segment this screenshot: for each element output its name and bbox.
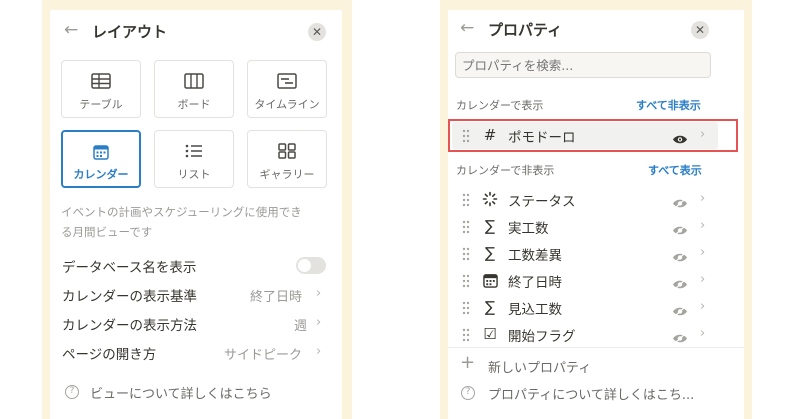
close-icon[interactable]: ✕ <box>691 21 709 39</box>
gallery-icon <box>248 143 326 159</box>
property-help-link[interactable]: プロパティについて詳しくはこち... <box>488 384 694 403</box>
layout-card-label: ボード <box>177 98 211 111</box>
description-line: イベントの計画やスケジューリングに使用でき <box>61 205 302 219</box>
layout-card-gallery[interactable]: ギャラリー <box>247 130 327 188</box>
property-row-start-flag[interactable]: ☑ 開始フラグ › <box>448 321 744 347</box>
drag-handle-icon[interactable] <box>462 219 470 238</box>
property-row-effort-diff[interactable]: ∑ 工数差異 › <box>448 240 744 266</box>
page-open-label: ページの開き方 <box>62 347 157 363</box>
layout-card-label: タイムライン <box>254 98 320 111</box>
board-icon <box>155 73 233 89</box>
drag-handle-icon[interactable] <box>462 327 470 346</box>
help-icon: ? <box>65 385 79 399</box>
property-name: ステータス <box>508 194 576 210</box>
property-name: 終了日時 <box>508 275 562 291</box>
description-line: る月間ビューです <box>61 225 153 239</box>
chevron-right-icon[interactable]: › <box>316 344 321 359</box>
drag-handle-icon[interactable] <box>462 246 470 265</box>
page-open-value[interactable]: サイドピーク <box>224 344 302 363</box>
divider <box>448 347 744 348</box>
calendar-icon <box>482 271 498 289</box>
layout-card-calendar[interactable]: カレンダー <box>61 130 141 188</box>
sigma-icon: ∑ <box>484 298 496 316</box>
eye-slash-icon[interactable] <box>672 221 688 240</box>
layout-card-table[interactable]: テーブル <box>61 60 141 118</box>
property-row-end-date[interactable]: 終了日時 › <box>448 267 744 293</box>
calendar-basis-label: カレンダーの表示基準 <box>62 289 197 305</box>
back-arrow-icon[interactable]: ← <box>460 18 474 38</box>
hidden-section-label: カレンダーで非表示 <box>456 164 555 177</box>
layout-card-board[interactable]: ボード <box>154 60 234 118</box>
property-name: 実工数 <box>508 221 549 237</box>
shown-section-label: カレンダーで表示 <box>456 99 544 112</box>
property-name: 工数差異 <box>508 248 562 264</box>
chevron-right-icon[interactable]: › <box>700 326 705 341</box>
calendar-icon <box>63 144 139 160</box>
eye-slash-icon[interactable] <box>672 275 688 294</box>
chevron-right-icon[interactable]: › <box>700 191 705 206</box>
eye-slash-icon[interactable] <box>672 248 688 267</box>
layout-card-list[interactable]: リスト <box>154 130 234 188</box>
property-row-estimated-effort[interactable]: ∑ 見込工数 › <box>448 294 744 320</box>
layout-card-timeline[interactable]: タイムライン <box>247 60 327 118</box>
chevron-right-icon[interactable]: › <box>700 218 705 233</box>
chevron-right-icon[interactable]: › <box>700 272 705 287</box>
eye-slash-icon[interactable] <box>672 194 688 213</box>
table-icon <box>62 73 140 89</box>
close-icon[interactable]: ✕ <box>308 23 326 41</box>
drag-handle-icon[interactable] <box>462 273 470 292</box>
highlight-box <box>448 119 738 152</box>
status-icon <box>482 190 498 208</box>
layout-description: イベントの計画やスケジューリングに使用でき る月間ビューです <box>61 202 302 242</box>
layout-card-label: リスト <box>177 168 211 181</box>
drag-handle-icon[interactable] <box>462 192 470 211</box>
view-help-link[interactable]: ビューについて詳しくはこちら <box>90 383 272 402</box>
plus-icon[interactable]: + <box>460 354 475 372</box>
property-search-input[interactable] <box>455 52 711 78</box>
property-name: 見込工数 <box>508 302 562 318</box>
layout-card-label: カレンダー <box>73 168 129 181</box>
property-name: 開始フラグ <box>508 329 576 345</box>
property-row-actual-effort[interactable]: ∑ 実工数 › <box>448 213 744 239</box>
eye-slash-icon[interactable] <box>672 329 688 348</box>
help-icon: ? <box>461 386 475 400</box>
drag-handle-icon[interactable] <box>462 300 470 319</box>
calendar-display-value[interactable]: 週 <box>294 315 307 334</box>
layout-card-label: テーブル <box>79 98 123 111</box>
eye-slash-icon[interactable] <box>672 302 688 321</box>
property-row-status[interactable]: ステータス › <box>448 186 744 212</box>
chevron-right-icon[interactable]: › <box>316 315 321 330</box>
hide-all-button[interactable]: すべて非表示 <box>636 97 701 113</box>
chevron-right-icon[interactable]: › <box>700 299 705 314</box>
show-all-button[interactable]: すべて表示 <box>648 162 702 178</box>
chevron-right-icon[interactable]: › <box>700 245 705 260</box>
layout-panel-title: レイアウト <box>92 23 168 41</box>
back-arrow-icon[interactable]: ← <box>64 20 78 40</box>
layout-card-label: ギャラリー <box>259 168 315 181</box>
show-db-name-toggle[interactable] <box>296 257 326 274</box>
timeline-icon <box>248 73 326 89</box>
properties-panel-title: プロパティ <box>488 21 563 39</box>
list-icon <box>155 143 233 159</box>
calendar-display-label: カレンダーの表示方法 <box>62 318 197 334</box>
calendar-basis-value[interactable]: 終了日時 <box>250 286 302 305</box>
chevron-right-icon[interactable]: › <box>316 286 321 301</box>
sigma-icon: ∑ <box>484 244 496 262</box>
show-db-name-label: データベース名を表示 <box>62 260 197 276</box>
checkbox-icon: ☑ <box>483 325 497 343</box>
sigma-icon: ∑ <box>484 217 496 235</box>
new-property-button[interactable]: 新しいプロパティ <box>488 357 591 376</box>
